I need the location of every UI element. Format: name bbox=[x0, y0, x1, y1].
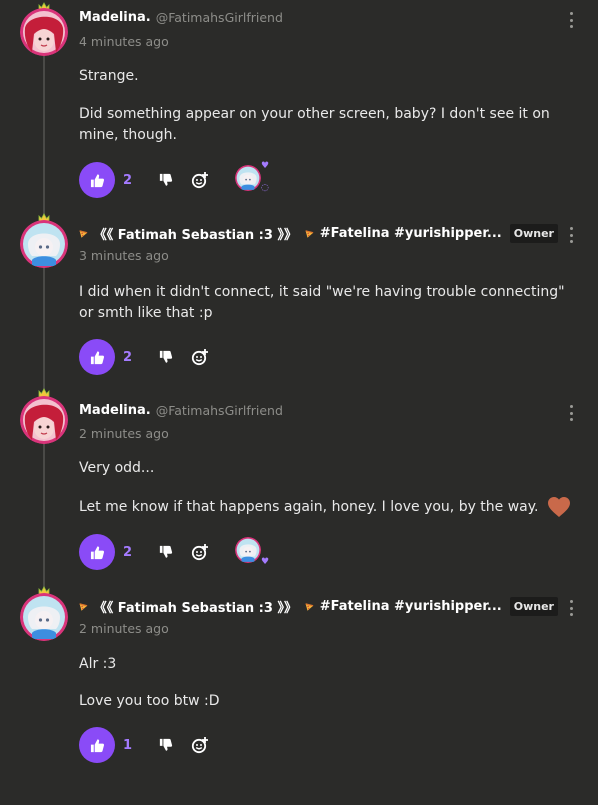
comment-paragraph: Love you too btw :D bbox=[79, 693, 220, 709]
comment-body: Very odd... Let me know if that happens … bbox=[79, 458, 578, 518]
comment-actions: 2 bbox=[79, 339, 217, 375]
author-tags[interactable]: #Fatelina #yurishipper... bbox=[320, 226, 502, 241]
like-count: 1 bbox=[123, 737, 133, 753]
thumbs-up-icon bbox=[90, 545, 105, 560]
comment-body: Strange. Did something appear on your ot… bbox=[79, 66, 578, 146]
add-reaction-button[interactable] bbox=[183, 340, 217, 374]
avatar-madelina[interactable] bbox=[20, 396, 68, 444]
pizza-icon bbox=[305, 600, 314, 614]
kebab-menu-icon[interactable] bbox=[568, 227, 574, 243]
owner-badge: Owner bbox=[509, 224, 558, 243]
heart-icon: ♥ bbox=[261, 557, 270, 567]
thread-line bbox=[43, 45, 45, 600]
like-button[interactable] bbox=[79, 339, 115, 375]
dislike-button[interactable] bbox=[149, 340, 183, 374]
avatar-fatimah[interactable] bbox=[20, 220, 68, 268]
add-reaction-icon bbox=[191, 736, 209, 754]
author-handle[interactable]: @FatimahsGirlfriend bbox=[156, 10, 283, 25]
author-name[interactable]: 《《 Fatimah Sebastian :3 》》 bbox=[94, 224, 297, 243]
like-button[interactable] bbox=[79, 727, 115, 763]
comment-paragraph: Very odd... bbox=[79, 460, 155, 476]
add-reaction-button[interactable] bbox=[183, 163, 217, 197]
add-reaction-icon bbox=[191, 171, 209, 189]
comment-bubble-icon: ◌ bbox=[261, 183, 269, 193]
dislike-button[interactable] bbox=[149, 163, 183, 197]
comment-paragraph: Alr :3 bbox=[79, 656, 117, 672]
heart-icon: ♥ bbox=[261, 161, 270, 171]
comment-actions: 1 bbox=[79, 727, 217, 763]
thumbs-down-icon bbox=[159, 350, 173, 364]
comment-paragraph-with-emoji: Let me know if that happens again, honey… bbox=[79, 496, 578, 518]
timestamp: 3 minutes ago bbox=[79, 248, 169, 263]
author-handle[interactable]: @FatimahsGirlfriend bbox=[156, 403, 283, 418]
avatar-fatimah[interactable] bbox=[20, 593, 68, 641]
thumbs-down-icon bbox=[159, 738, 173, 752]
thumbs-down-icon bbox=[159, 545, 173, 559]
comment-actions: 2 ♥ bbox=[79, 534, 269, 570]
thumbs-up-icon bbox=[90, 350, 105, 365]
like-button[interactable] bbox=[79, 162, 115, 198]
timestamp: 2 minutes ago bbox=[79, 621, 169, 636]
add-reaction-button[interactable] bbox=[183, 728, 217, 762]
author-name[interactable]: Madelina. bbox=[79, 403, 151, 418]
comment-paragraph: I did when it didn't connect, it said "w… bbox=[79, 284, 565, 321]
kebab-menu-icon[interactable] bbox=[568, 600, 574, 616]
author-tags[interactable]: #Fatelina #yurishipper... bbox=[320, 599, 502, 614]
timestamp: 2 minutes ago bbox=[79, 426, 169, 441]
avatar-madelina[interactable] bbox=[20, 8, 68, 56]
comment-header: Madelina. @FatimahsGirlfriend bbox=[79, 403, 558, 418]
pizza-icon bbox=[79, 600, 88, 614]
thumbs-down-icon bbox=[159, 173, 173, 187]
author-name[interactable]: Madelina. bbox=[79, 10, 151, 25]
reactor-avatar[interactable]: ♥ bbox=[235, 537, 269, 567]
comment-paragraph: Let me know if that happens again, honey… bbox=[79, 499, 539, 515]
pizza-icon bbox=[305, 227, 314, 241]
comment-body: I did when it didn't connect, it said "w… bbox=[79, 282, 578, 324]
reactor-avatar[interactable]: ♥ ◌ bbox=[235, 162, 269, 195]
thumbs-up-icon bbox=[90, 173, 105, 188]
like-button[interactable] bbox=[79, 534, 115, 570]
dislike-button[interactable] bbox=[149, 535, 183, 569]
like-count: 2 bbox=[123, 172, 133, 188]
like-count: 2 bbox=[123, 349, 133, 365]
kebab-menu-icon[interactable] bbox=[568, 12, 574, 28]
author-name[interactable]: 《《 Fatimah Sebastian :3 》》 bbox=[94, 597, 297, 616]
comment-header: Madelina. @FatimahsGirlfriend bbox=[79, 10, 558, 25]
add-reaction-button[interactable] bbox=[183, 535, 217, 569]
heart-emoji-icon bbox=[547, 497, 570, 517]
kebab-menu-icon[interactable] bbox=[568, 405, 574, 421]
comment-paragraph: Did something appear on your other scree… bbox=[79, 106, 550, 143]
like-count: 2 bbox=[123, 544, 133, 560]
pizza-icon bbox=[79, 227, 88, 241]
add-reaction-icon bbox=[191, 348, 209, 366]
comment-actions: 2 ♥ ◌ bbox=[79, 162, 269, 198]
owner-badge: Owner bbox=[509, 597, 558, 616]
dislike-button[interactable] bbox=[149, 728, 183, 762]
add-reaction-icon bbox=[191, 543, 209, 561]
comment-header: 《《 Fatimah Sebastian :3 》》 #Fatelina #yu… bbox=[79, 224, 558, 243]
comment-body: Alr :3 Love you too btw :D bbox=[79, 654, 578, 712]
thumbs-up-icon bbox=[90, 738, 105, 753]
comment-paragraph: Strange. bbox=[79, 68, 139, 84]
timestamp: 4 minutes ago bbox=[79, 34, 169, 49]
comment-header: 《《 Fatimah Sebastian :3 》》 #Fatelina #yu… bbox=[79, 597, 558, 616]
